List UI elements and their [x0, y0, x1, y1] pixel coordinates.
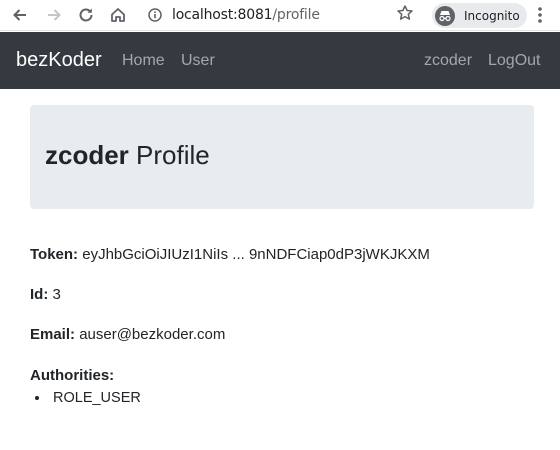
profile-username: zcoder: [45, 140, 129, 170]
incognito-label: Incognito: [464, 8, 520, 23]
email-row: Email: auser@bezkoder.com: [30, 326, 225, 343]
browser-toolbar: localhost:8081/profile Incognito: [0, 0, 560, 31]
token-row: Token: eyJhbGciOiJIUzI1NiIs ... 9nNDFCia…: [30, 246, 430, 263]
address-bar[interactable]: localhost:8081/profile: [138, 2, 428, 28]
email-value: auser@bezkoder.com: [79, 326, 226, 343]
page-title: zcoder Profile: [45, 140, 210, 171]
browser-menu-button[interactable]: [537, 5, 543, 30]
token-label: Token:: [30, 246, 79, 263]
brand-link[interactable]: bezKoder: [16, 49, 102, 72]
home-icon: [111, 8, 125, 22]
id-row: Id: 3: [30, 286, 61, 303]
info-icon: [148, 8, 162, 22]
nav-username-link[interactable]: zcoder: [424, 52, 472, 70]
url-host: localhost:8081: [172, 7, 273, 23]
more-vert-icon: [538, 7, 542, 23]
email-label: Email:: [30, 326, 76, 343]
home-button[interactable]: [106, 3, 130, 27]
authorities-list: ROLE_USER: [50, 390, 141, 406]
token-value: eyJhbGciOiJIUzI1NiIs ... 9nNDFCiap0dP3jW…: [82, 246, 430, 263]
nav-home-link[interactable]: Home: [122, 52, 165, 70]
incognito-icon: [435, 5, 455, 26]
profile-title-suffix: Profile: [136, 140, 210, 170]
back-button[interactable]: [8, 3, 32, 27]
forward-button[interactable]: [42, 3, 66, 27]
star-icon: [397, 5, 413, 20]
profile-header: zcoder Profile: [30, 105, 534, 209]
reload-icon: [79, 8, 93, 22]
nav-user-link[interactable]: User: [181, 52, 215, 70]
arrow-right-icon: [48, 9, 61, 21]
arrow-left-icon: [13, 9, 26, 21]
url-path: /profile: [272, 7, 320, 23]
list-item: ROLE_USER: [50, 390, 141, 406]
bookmark-button[interactable]: [396, 4, 414, 27]
app-navbar: bezKoder Home User zcoder LogOut: [0, 32, 560, 89]
authorities-label: Authorities:: [30, 367, 115, 384]
authorities-heading: Authorities:: [30, 367, 114, 384]
reload-button[interactable]: [74, 3, 98, 27]
logout-link[interactable]: LogOut: [488, 52, 540, 70]
incognito-badge[interactable]: Incognito: [432, 3, 527, 28]
id-label: Id:: [30, 286, 49, 303]
id-value: 3: [52, 286, 61, 303]
